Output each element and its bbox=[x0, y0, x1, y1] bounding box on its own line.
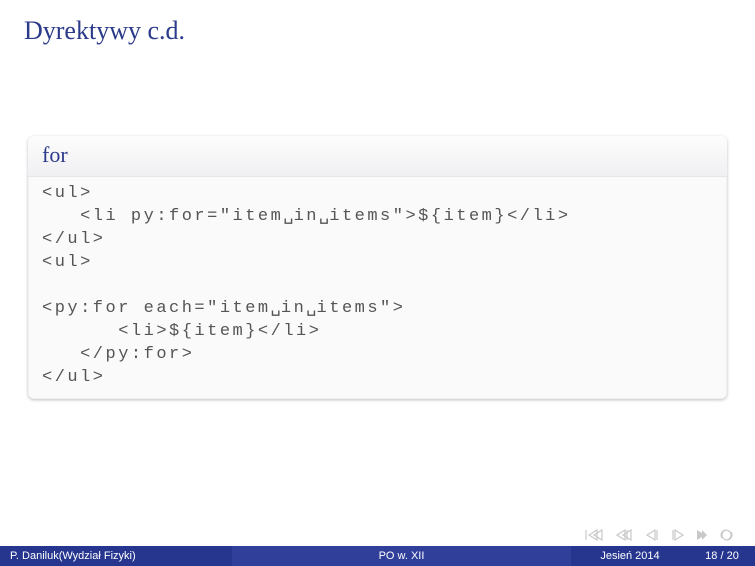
nav-icons bbox=[585, 528, 739, 542]
block-title: for bbox=[28, 136, 727, 177]
nav-prev-icon[interactable] bbox=[615, 529, 633, 541]
code-line: <py:for each="item␣in␣items"> bbox=[42, 299, 405, 318]
slide-title: Dyrektywy c.d. bbox=[24, 16, 731, 46]
footer: P. Daniluk(Wydział Fizyki) PO w. XII Jes… bbox=[0, 546, 755, 566]
code-line: <ul> bbox=[42, 184, 93, 203]
footer-page: 18 / 20 bbox=[689, 546, 755, 566]
code-block: for <ul> <li py:for="item␣in␣items">${it… bbox=[28, 136, 727, 399]
nav-first-icon[interactable] bbox=[585, 529, 603, 541]
block-body: <ul> <li py:for="item␣in␣items">${item}<… bbox=[28, 177, 727, 399]
nav-end-icon[interactable] bbox=[697, 529, 707, 541]
nav-forward-icon[interactable] bbox=[671, 529, 685, 541]
code-line: <li>${item}</li> bbox=[42, 322, 321, 341]
code-line: <ul> bbox=[42, 253, 93, 272]
footer-author: P. Daniluk(Wydział Fizyki) bbox=[0, 546, 232, 566]
code-line: </ul> bbox=[42, 230, 106, 249]
code-line: </py:for> bbox=[42, 345, 194, 364]
footer-center: PO w. XII bbox=[232, 546, 571, 566]
code-line: <li py:for="item␣in␣items">${item}</li> bbox=[42, 207, 571, 226]
nav-back-icon[interactable] bbox=[645, 529, 659, 541]
footer-term: Jesień 2014 bbox=[571, 546, 689, 566]
nav-loop-icon[interactable] bbox=[719, 528, 739, 542]
code-line: </ul> bbox=[42, 368, 106, 387]
